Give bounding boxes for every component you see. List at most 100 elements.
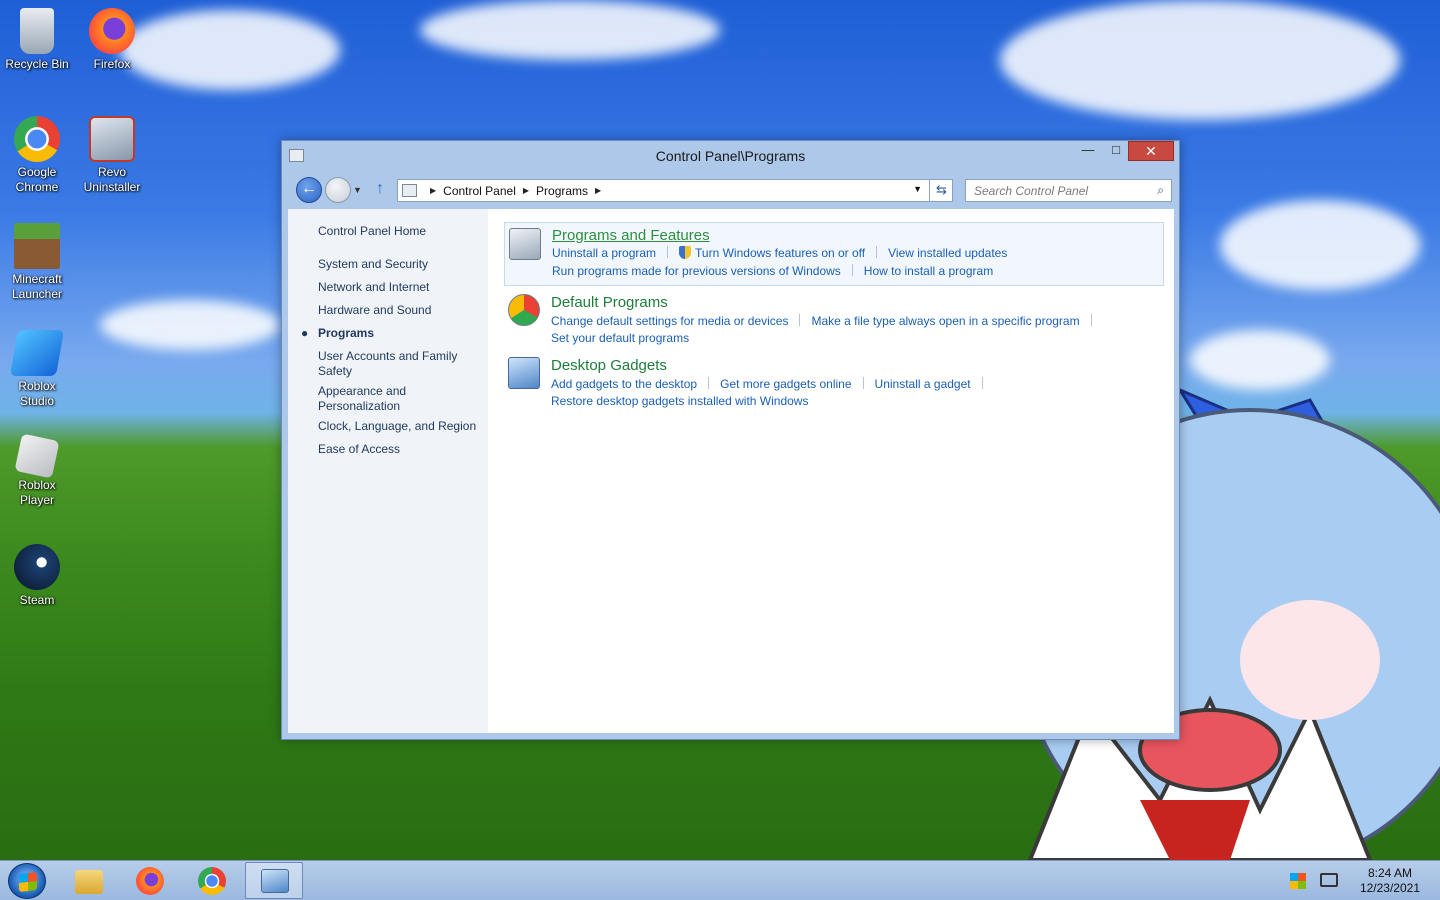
chevron-right-icon: ▶ [430, 186, 437, 195]
system-tray: 8:24 AM 12/23/2021 [1280, 861, 1440, 900]
desktop-icon-google-chrome[interactable]: Google Chrome [0, 116, 74, 195]
action-center-flag-icon[interactable] [1290, 873, 1306, 889]
set-default-programs-link[interactable]: Set your default programs [551, 331, 689, 345]
sidebar-item-control-panel-home[interactable]: Control Panel Home [318, 224, 483, 239]
sidebar-item-ease-of-access[interactable]: Ease of Access [318, 442, 483, 457]
desktop-icon-roblox-studio[interactable]: Roblox Studio [0, 330, 74, 409]
desktop-icon-label: Firefox [93, 57, 131, 71]
taskbar-file-explorer[interactable] [60, 862, 118, 899]
title-bar[interactable]: Control Panel\Programs — □ ✕ [282, 141, 1179, 171]
divider [667, 246, 669, 258]
cloud [120, 10, 340, 90]
programs-features-links: Uninstall a program Turn Windows features… [552, 246, 1007, 260]
firefox-icon [89, 8, 135, 54]
recent-pages-dropdown[interactable]: ▼ [353, 185, 362, 195]
desktop-icon-revo-uninstaller[interactable]: Revo Uninstaller [75, 116, 149, 195]
refresh-icon: ⇆ [936, 182, 947, 197]
desktop-icon-firefox[interactable]: Firefox [75, 8, 149, 72]
restore-gadgets-link[interactable]: Restore desktop gadgets installed with W… [551, 394, 808, 408]
search-icon[interactable]: ⌕ [1157, 183, 1164, 198]
network-icon[interactable] [1320, 873, 1338, 887]
desktop-icon-recycle-bin[interactable]: Recycle Bin [0, 8, 74, 72]
address-dropdown-icon[interactable]: ▼ [913, 184, 922, 194]
search-placeholder: Search Control Panel [974, 184, 1089, 198]
uninstall-program-link[interactable]: Uninstall a program [552, 246, 656, 260]
desktop-icon-label: Revo Uninstaller [83, 165, 141, 194]
taskbar: 8:24 AM 12/23/2021 [0, 860, 1440, 900]
windows-features-link[interactable]: Turn Windows features on or off [695, 246, 865, 260]
desktop-icon-minecraft-launcher[interactable]: Minecraft Launcher [0, 223, 74, 302]
sidebar-item-hardware-sound[interactable]: Hardware and Sound [318, 303, 483, 318]
desktop-icon-label: Steam [19, 593, 55, 607]
sidebar: Control Panel Home System and Security N… [288, 209, 488, 733]
category-programs-features: Programs and Features Uninstall a progra… [504, 222, 1164, 286]
default-programs-links: Change default settings for media or dev… [551, 314, 1103, 328]
file-association-link[interactable]: Make a file type always open in a specif… [811, 314, 1079, 328]
sidebar-item-system-security[interactable]: System and Security [318, 257, 483, 272]
desktop-icon-roblox-player[interactable]: Roblox Player [0, 433, 74, 508]
up-arrow-icon[interactable]: ↑ [376, 180, 384, 198]
content-area: Control Panel Home System and Security N… [288, 209, 1174, 733]
divider [876, 246, 878, 258]
desktop-icon-label: Minecraft Launcher [11, 272, 63, 301]
chrome-icon [198, 867, 226, 895]
add-gadgets-link[interactable]: Add gadgets to the desktop [551, 377, 697, 391]
breadcrumb-programs[interactable]: Programs [536, 184, 588, 198]
address-bar[interactable]: ▶ Control Panel ▶ Programs ▶ ▼ [397, 179, 953, 202]
control-panel-icon [261, 869, 289, 893]
start-button[interactable] [8, 863, 46, 899]
taskbar-firefox[interactable] [121, 862, 179, 899]
windows-logo-icon [19, 872, 37, 892]
navigation-bar: ← ▼ ↑ ▶ Control Panel ▶ Programs ▶ ▼ ⇆ S… [282, 175, 1179, 205]
divider [851, 264, 853, 276]
control-panel-window: Control Panel\Programs — □ ✕ ← ▼ ↑ ▶ Con… [281, 140, 1180, 740]
desktop-gadgets-link[interactable]: Desktop Gadgets [551, 357, 667, 374]
roblox-studio-icon [9, 330, 65, 376]
how-to-install-link[interactable]: How to install a program [864, 264, 993, 278]
close-button[interactable]: ✕ [1128, 141, 1174, 161]
programs-features-link[interactable]: Programs and Features [552, 227, 710, 244]
divider [799, 314, 801, 326]
desktop-icon-steam[interactable]: Steam [0, 544, 74, 608]
clock[interactable]: 8:24 AM 12/23/2021 [1360, 866, 1420, 896]
uninstall-gadget-link[interactable]: Uninstall a gadget [875, 377, 971, 391]
search-input[interactable]: Search Control Panel ⌕ [965, 179, 1172, 202]
revo-uninstaller-icon [89, 116, 135, 162]
maximize-button[interactable]: □ [1102, 141, 1130, 161]
cloud [420, 0, 720, 60]
refresh-button[interactable]: ⇆ [929, 179, 953, 202]
forward-button[interactable] [325, 177, 351, 203]
sidebar-item-clock-language-region[interactable]: Clock, Language, and Region [318, 419, 483, 434]
recycle-bin-icon [20, 8, 54, 54]
installed-updates-link[interactable]: View installed updates [888, 246, 1007, 260]
more-gadgets-online-link[interactable]: Get more gadgets online [720, 377, 851, 391]
sidebar-item-appearance[interactable]: Appearance and Personalization [318, 384, 483, 414]
minecraft-icon [14, 223, 60, 269]
file-explorer-icon [75, 870, 103, 894]
firefox-icon [136, 867, 164, 895]
divider [708, 377, 710, 389]
window-title: Control Panel\Programs [655, 148, 806, 164]
minimize-button[interactable]: — [1074, 141, 1102, 161]
sidebar-item-network-internet[interactable]: Network and Internet [318, 280, 483, 295]
media-defaults-link[interactable]: Change default settings for media or dev… [551, 314, 788, 328]
taskbar-chrome[interactable] [183, 862, 241, 899]
divider [981, 377, 983, 389]
desktop-icon-label: Roblox Player [18, 478, 56, 507]
control-panel-icon [402, 184, 417, 197]
sidebar-item-user-accounts[interactable]: User Accounts and Family Safety [318, 349, 483, 379]
clock-date: 12/23/2021 [1359, 881, 1420, 895]
desktop-gadgets-links: Add gadgets to the desktop Get more gadge… [551, 377, 994, 391]
desktop-gadgets-links-2: Restore desktop gadgets installed with W… [551, 394, 808, 408]
compatibility-link[interactable]: Run programs made for previous versions … [552, 264, 841, 278]
chevron-right-icon[interactable]: ▶ [595, 186, 601, 195]
programs-features-icon [509, 228, 541, 260]
chevron-right-icon[interactable]: ▶ [523, 186, 529, 195]
sidebar-item-programs[interactable]: ● Programs [301, 326, 483, 341]
taskbar-control-panel[interactable] [245, 862, 303, 899]
default-programs-link[interactable]: Default Programs [551, 294, 668, 311]
back-button[interactable]: ← [296, 177, 322, 203]
breadcrumb-control-panel[interactable]: Control Panel [443, 184, 516, 198]
arrow-left-icon: ← [301, 180, 317, 197]
roblox-player-icon [14, 433, 60, 479]
